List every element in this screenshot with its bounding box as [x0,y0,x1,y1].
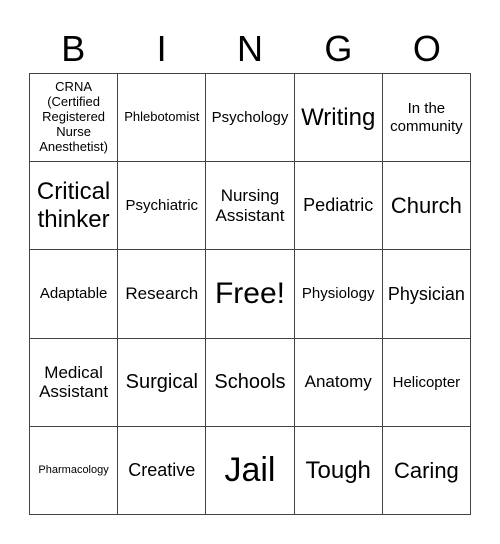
bingo-cell[interactable]: Caring [382,426,471,515]
bingo-cell[interactable]: Tough [294,426,383,515]
bingo-cell[interactable]: Creative [118,426,207,515]
bingo-cell[interactable]: Schools [206,338,295,427]
bingo-cell[interactable]: Psychiatric [118,162,207,251]
free-space-cell[interactable]: Free! [206,250,295,339]
bingo-cell[interactable]: Medical Assistant [30,338,119,427]
bingo-cell[interactable]: Psychology [206,74,295,163]
bingo-cell[interactable]: Phlebotomist [118,74,207,163]
bingo-cell[interactable]: Physiology [294,250,383,339]
bingo-header: B I N G O [29,24,471,74]
bingo-cell[interactable]: Helicopter [382,338,471,427]
bingo-cell[interactable]: Adaptable [30,250,119,339]
bingo-cell[interactable]: Research [118,250,207,339]
header-letter-n: N [237,28,264,69]
bingo-cell[interactable]: Physician [382,250,471,339]
bingo-cell[interactable]: Pediatric [294,162,383,251]
header-letter-o: O [412,28,441,69]
bingo-cell[interactable]: Surgical [118,338,207,427]
bingo-cell[interactable]: Nursing Assistant [206,162,295,251]
header-letter-g: G [324,28,353,69]
bingo-cell[interactable]: Pharmacology [30,426,119,515]
bingo-cell[interactable]: CRNA (Certified Registered Nurse Anesthe… [30,74,119,163]
bingo-cell[interactable]: Jail [206,426,295,515]
bingo-cell[interactable]: Church [382,162,471,251]
bingo-grid: CRNA (Certified Registered Nurse Anesthe… [29,73,471,515]
bingo-cell[interactable]: Anatomy [294,338,383,427]
header-letter-b: B [61,28,86,69]
bingo-cell[interactable]: Writing [294,74,383,163]
bingo-cell[interactable]: In the community [382,74,471,163]
header-letter-i: I [156,28,167,69]
bingo-cell[interactable]: Critical thinker [30,162,119,251]
